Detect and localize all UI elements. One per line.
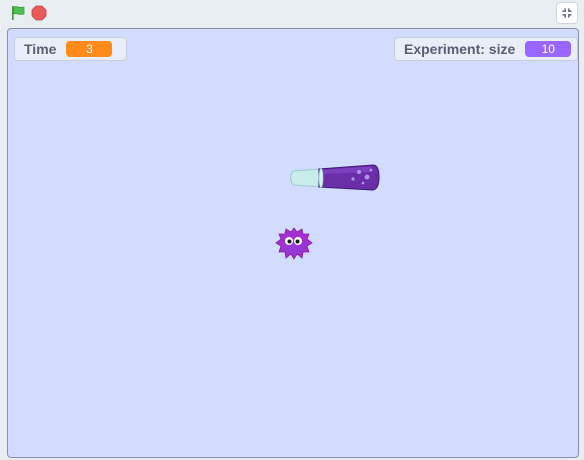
green-flag-icon[interactable] (8, 4, 28, 22)
size-variable-monitor: Experiment: size 10 (394, 37, 578, 61)
time-monitor-value: 3 (66, 41, 113, 57)
fullscreen-button[interactable] (556, 2, 578, 24)
size-monitor-value: 10 (525, 41, 572, 57)
size-monitor-label: Experiment: size (404, 41, 516, 57)
time-variable-monitor: Time 3 (14, 37, 127, 61)
time-monitor-label: Time (24, 41, 57, 57)
stage-header (0, 0, 584, 26)
purple-blob-sprite[interactable] (275, 226, 313, 260)
stop-sign-icon[interactable] (30, 4, 48, 22)
fullscreen-icon (562, 8, 572, 18)
test-tube-sprite[interactable] (287, 163, 381, 193)
stage[interactable]: Time 3 Experiment: size 10 (7, 28, 579, 458)
